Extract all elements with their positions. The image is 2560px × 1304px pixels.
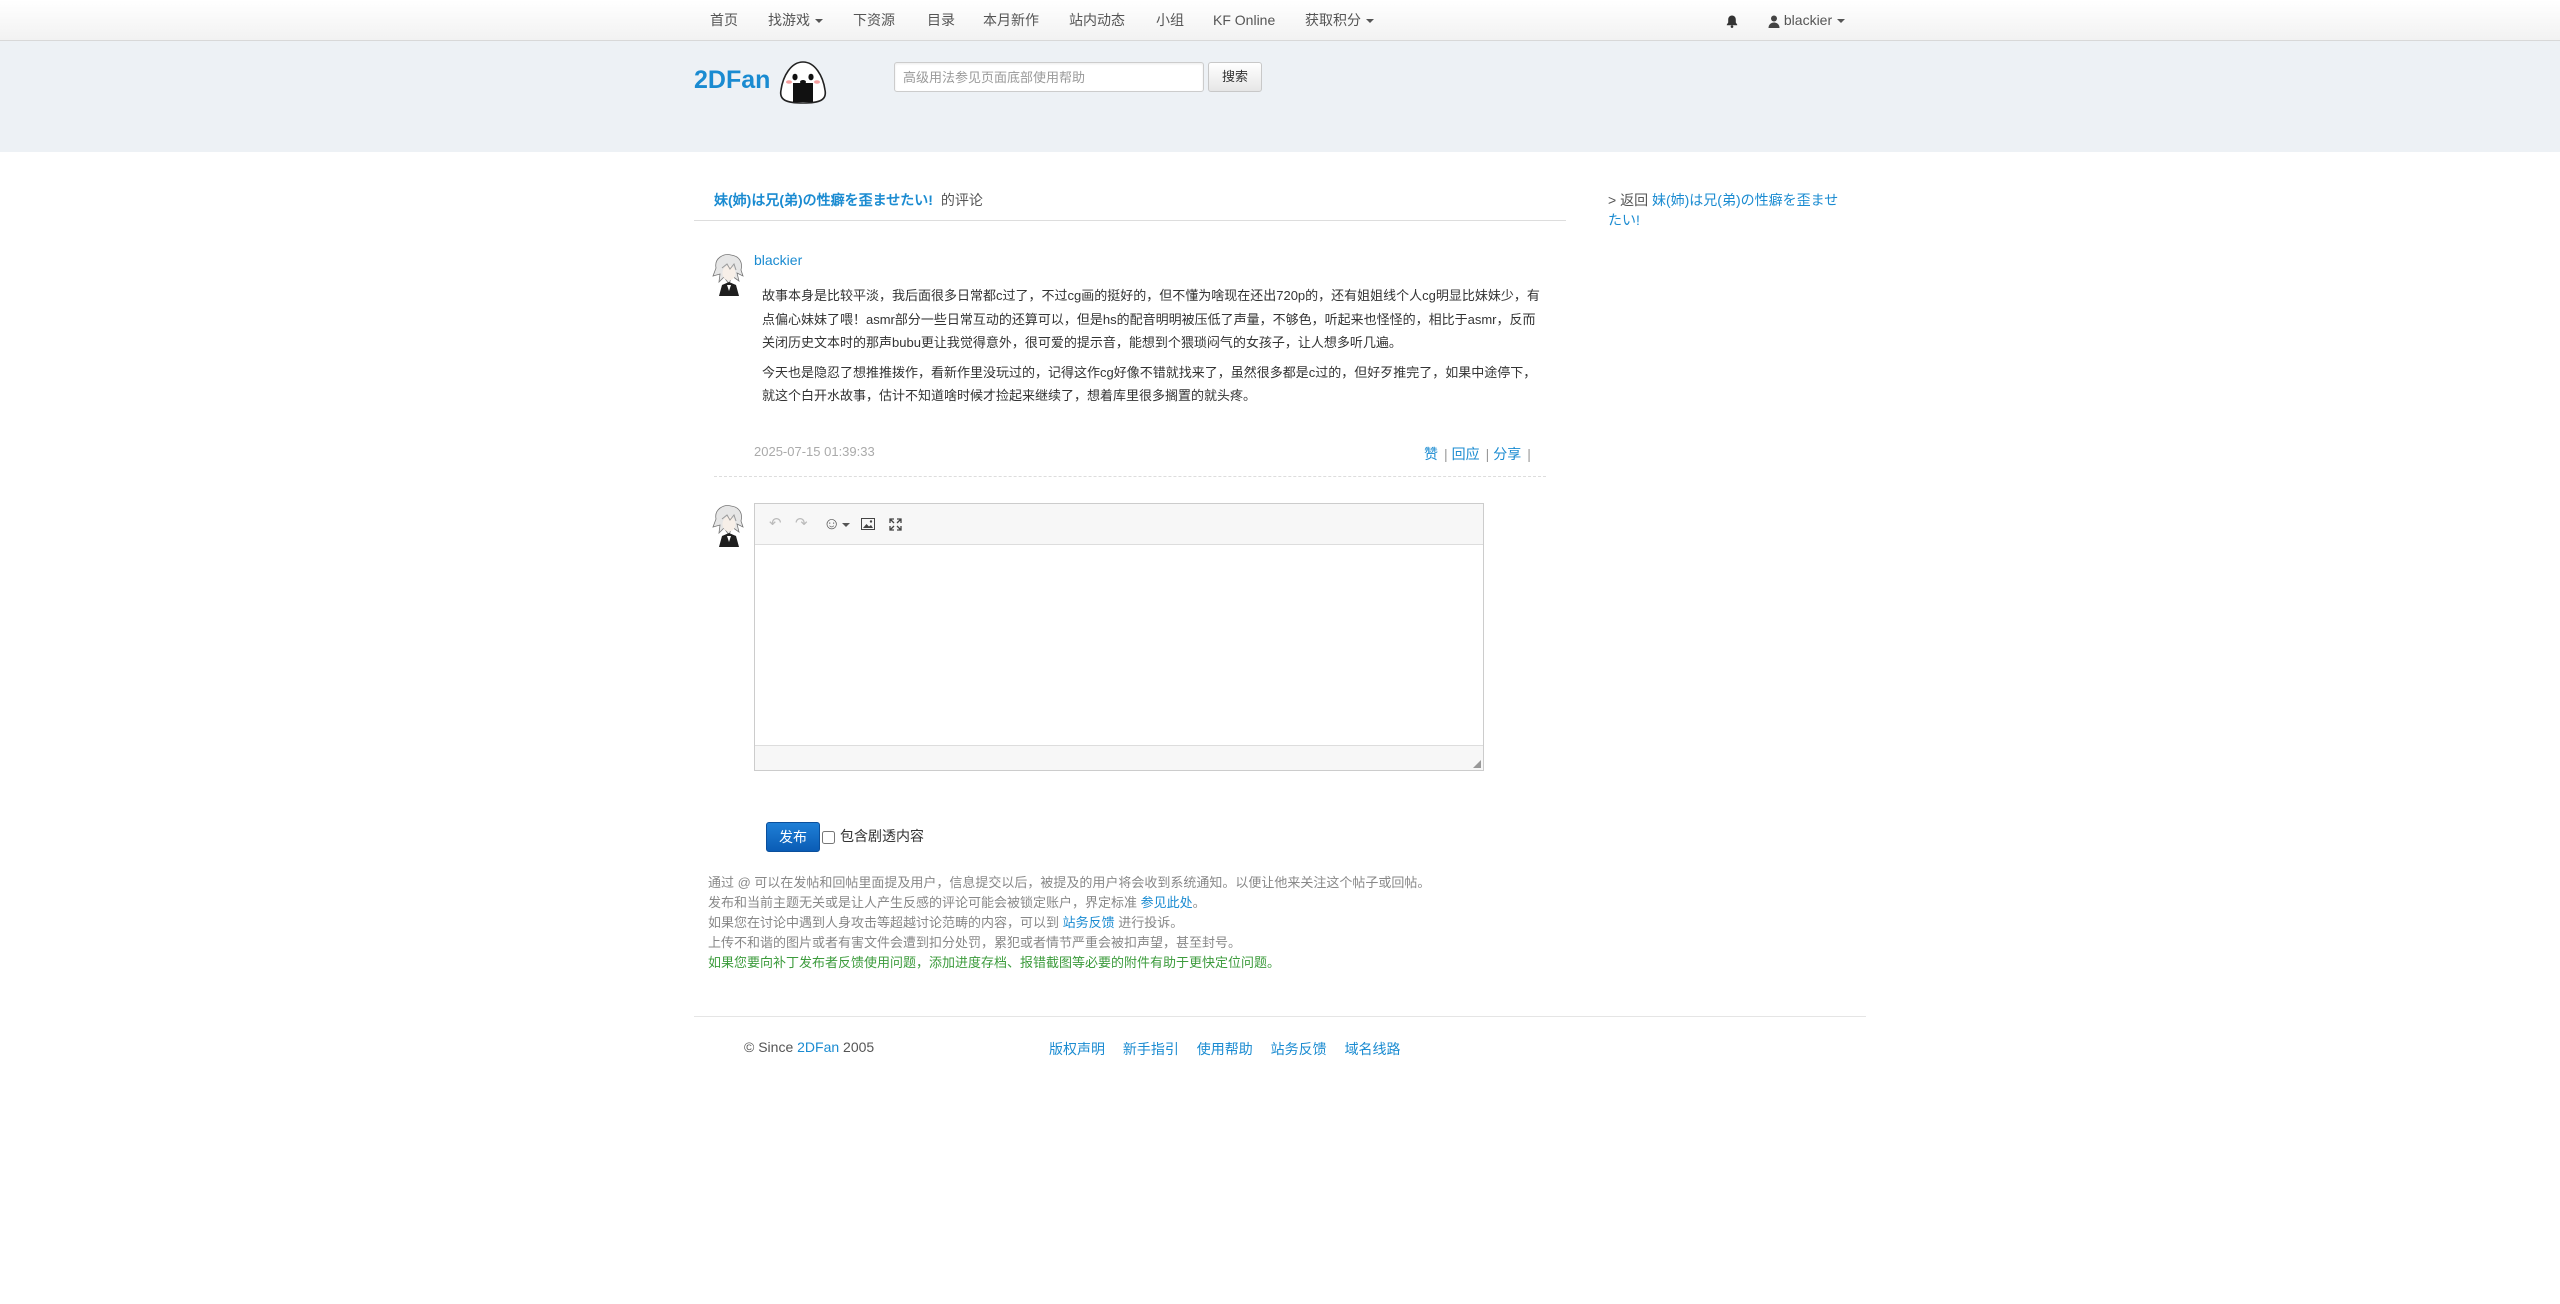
avatar[interactable] <box>710 503 746 547</box>
nav-find-games[interactable]: 找游戏 <box>768 0 823 40</box>
note-text: 。 <box>1192 895 1206 910</box>
copyright-prefix: © Since <box>744 1039 794 1055</box>
caret-down-icon <box>1837 19 1846 24</box>
comment-timestamp: 2025-07-15 01:39:33 <box>754 444 875 459</box>
undo-icon[interactable]: ↶ <box>769 514 782 534</box>
comment-actions: 赞 | 回应 | 分享 | <box>1424 444 1535 464</box>
nav-earn-points[interactable]: 获取积分 <box>1305 0 1374 40</box>
footer-links: 版权声明 新手指引 使用帮助 站务反馈 域名线路 <box>1049 1039 1401 1059</box>
nav-home[interactable]: 首页 <box>710 0 738 40</box>
breadcrumb: 妹(姉)は兄(弟)の性癖を歪ませたい! 的评论 <box>714 190 983 210</box>
feedback-link[interactable]: 站务反馈 <box>1063 915 1115 930</box>
nav-earn-points-label: 获取积分 <box>1305 12 1361 28</box>
bell-icon <box>1726 15 1738 28</box>
sidebar-return: > 返回 妹(姉)は兄(弟)の性癖を歪ませたい! <box>1608 190 1848 230</box>
return-prefix: > 返回 <box>1608 192 1649 208</box>
breadcrumb-suffix: 的评论 <box>940 192 983 208</box>
top-navbar: 首页 找游戏 下资源 目录 本月新作 站内动态 小组 KF Online 获取积… <box>0 0 2560 41</box>
nav-activity[interactable]: 站内动态 <box>1069 0 1125 40</box>
editor-textarea[interactable] <box>755 545 1483 746</box>
username-label: blackier <box>1783 12 1833 28</box>
nav-groups[interactable]: 小组 <box>1156 0 1184 40</box>
note-text: 如果您在讨论中遇到人身攻击等超越讨论范畴的内容，可以到 <box>708 915 1060 930</box>
emoji-icon[interactable]: ☺ <box>823 514 851 534</box>
editor-toolbar: ↶ ↷ ☺ <box>755 504 1483 545</box>
note-line: 通过 @ 可以在发帖和回帖里面提及用户，信息提交以后，被提及的用户将会收到系统通… <box>708 875 1431 890</box>
note-line: 如果您在讨论中遇到人身攻击等超越讨论范畴的内容，可以到 站务反馈 进行投诉。 <box>708 913 1430 933</box>
separator: | <box>1444 446 1448 462</box>
caret-down-icon <box>1366 19 1374 24</box>
site-header <box>0 41 2560 152</box>
like-button[interactable]: 赞 <box>1424 446 1438 462</box>
separator: | <box>1485 446 1490 462</box>
onigiri-mascot-icon[interactable] <box>778 60 828 104</box>
footer-link-feedback[interactable]: 站务反馈 <box>1271 1041 1327 1057</box>
footer-link-help[interactable]: 使用帮助 <box>1197 1041 1253 1057</box>
posting-notes: 通过 @ 可以在发帖和回帖里面提及用户，信息提交以后，被提及的用户将会收到系统通… <box>708 873 1430 973</box>
comment-paragraph: 故事本身是比较平淡，我后面很多日常都c过了，不过cg画的挺好的，但不懂为啥现在还… <box>762 288 1540 350</box>
divider <box>694 220 1566 221</box>
user-icon <box>1768 15 1780 28</box>
reply-button[interactable]: 回应 <box>1452 446 1480 462</box>
footer-copyright: © Since 2DFan 2005 <box>744 1039 874 1055</box>
comment-body: 故事本身是比较平淡，我后面很多日常都c过了，不过cg画的挺好的，但不懂为啥现在还… <box>762 284 1542 414</box>
note-line: 发布和当前主题无关或是让人产生反感的评论可能会被锁定账户，界定标准 参见此处。 <box>708 893 1430 913</box>
footer-link-copyright[interactable]: 版权声明 <box>1049 1041 1105 1057</box>
nav-monthly-new[interactable]: 本月新作 <box>983 0 1039 40</box>
fullscreen-glyph <box>889 517 902 531</box>
copyright-year: 2005 <box>843 1039 875 1055</box>
nav-kf-online[interactable]: KF Online <box>1213 0 1275 40</box>
redo-icon[interactable]: ↷ <box>795 514 808 534</box>
fullscreen-icon[interactable] <box>889 514 902 534</box>
user-menu[interactable]: blackier <box>1768 0 1846 40</box>
footer-divider <box>694 1016 1866 1017</box>
footer-link-guide[interactable]: 新手指引 <box>1123 1041 1179 1057</box>
spoiler-label: 包含剧透内容 <box>840 828 924 844</box>
note-line: 如果您要向补丁发布者反馈使用问题，添加进度存档、报错截图等必要的附件有助于更快定… <box>708 955 1281 970</box>
note-text: 进行投诉。 <box>1118 915 1184 930</box>
publish-button[interactable]: 发布 <box>766 822 820 852</box>
note-text: 发布和当前主题无关或是让人产生反感的评论可能会被锁定账户，界定标准 <box>708 895 1138 910</box>
notification-bell[interactable] <box>1726 0 1738 40</box>
footer-site-link[interactable]: 2DFan <box>797 1039 839 1055</box>
note-line: 上传不和谐的图片或者有害文件会遭到扣分处罚，累犯或者情节严重会被扣声望，甚至封号… <box>708 935 1242 950</box>
search-button[interactable]: 搜索 <box>1208 62 1262 92</box>
divider <box>714 476 1546 477</box>
footer-link-domains[interactable]: 域名线路 <box>1345 1041 1401 1057</box>
nav-catalog[interactable]: 目录 <box>927 0 955 40</box>
site-logo-text[interactable]: 2DFan <box>694 66 770 95</box>
nav-find-games-label: 找游戏 <box>768 12 810 28</box>
game-title-link[interactable]: 妹(姉)は兄(弟)の性癖を歪ませたい! <box>714 192 933 208</box>
caret-down-icon <box>842 522 851 527</box>
editor-statusbar <box>755 745 1483 770</box>
rules-link[interactable]: 参见此处 <box>1141 895 1193 910</box>
reply-editor: ↶ ↷ ☺ <box>754 503 1484 771</box>
spoiler-checkbox[interactable] <box>822 831 835 844</box>
share-button[interactable]: 分享 <box>1493 446 1521 462</box>
separator: | <box>1527 446 1531 462</box>
avatar[interactable] <box>710 252 746 296</box>
comment-author[interactable]: blackier <box>754 252 802 268</box>
resize-handle-icon[interactable] <box>1473 760 1481 768</box>
comment-paragraph: 今天也是隐忍了想推推拨作，看新作里没玩过的，记得这作cg好像不错就找来了，虽然很… <box>762 364 1537 404</box>
image-glyph <box>861 518 875 531</box>
caret-down-icon <box>815 19 823 24</box>
nav-downloads[interactable]: 下资源 <box>853 0 895 40</box>
search-input[interactable] <box>894 62 1204 92</box>
image-icon[interactable] <box>861 514 875 534</box>
